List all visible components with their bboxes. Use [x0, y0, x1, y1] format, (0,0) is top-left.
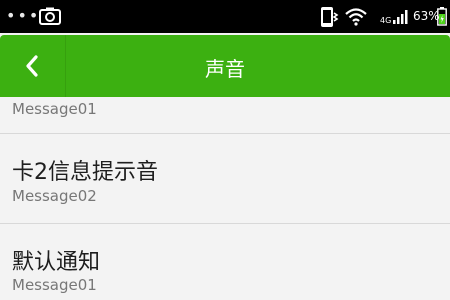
network-type-label: 4G: [380, 16, 392, 25]
list-item-default-notification[interactable]: 默认通知 Message01: [0, 224, 450, 300]
battery-icon: [437, 7, 447, 26]
signal-icon: [393, 10, 408, 24]
list-item-subtitle: Message02: [12, 187, 97, 205]
wifi-icon: [345, 8, 367, 26]
overflow-dots-icon: •••: [6, 6, 41, 25]
page-title: 声音: [205, 57, 245, 81]
list-item-title: 卡2信息提示音: [12, 160, 158, 185]
list-item-subtitle: Message01: [12, 100, 97, 118]
vibrate-icon: [321, 7, 339, 27]
camera-icon: [39, 7, 61, 25]
title-bar: 声音: [0, 35, 450, 97]
list-item-title: 默认通知: [12, 250, 101, 275]
list-item-sim2-message-tone[interactable]: 卡2信息提示音 Message02: [0, 134, 450, 224]
list-item-message01-partial[interactable]: Message01: [0, 97, 450, 134]
settings-list: Message01 卡2信息提示音 Message02 默认通知 Message…: [0, 97, 450, 300]
battery-percent: 63%: [413, 9, 440, 23]
status-bar: ••• 4G 63%: [0, 0, 450, 33]
list-item-subtitle: Message01: [12, 276, 97, 294]
